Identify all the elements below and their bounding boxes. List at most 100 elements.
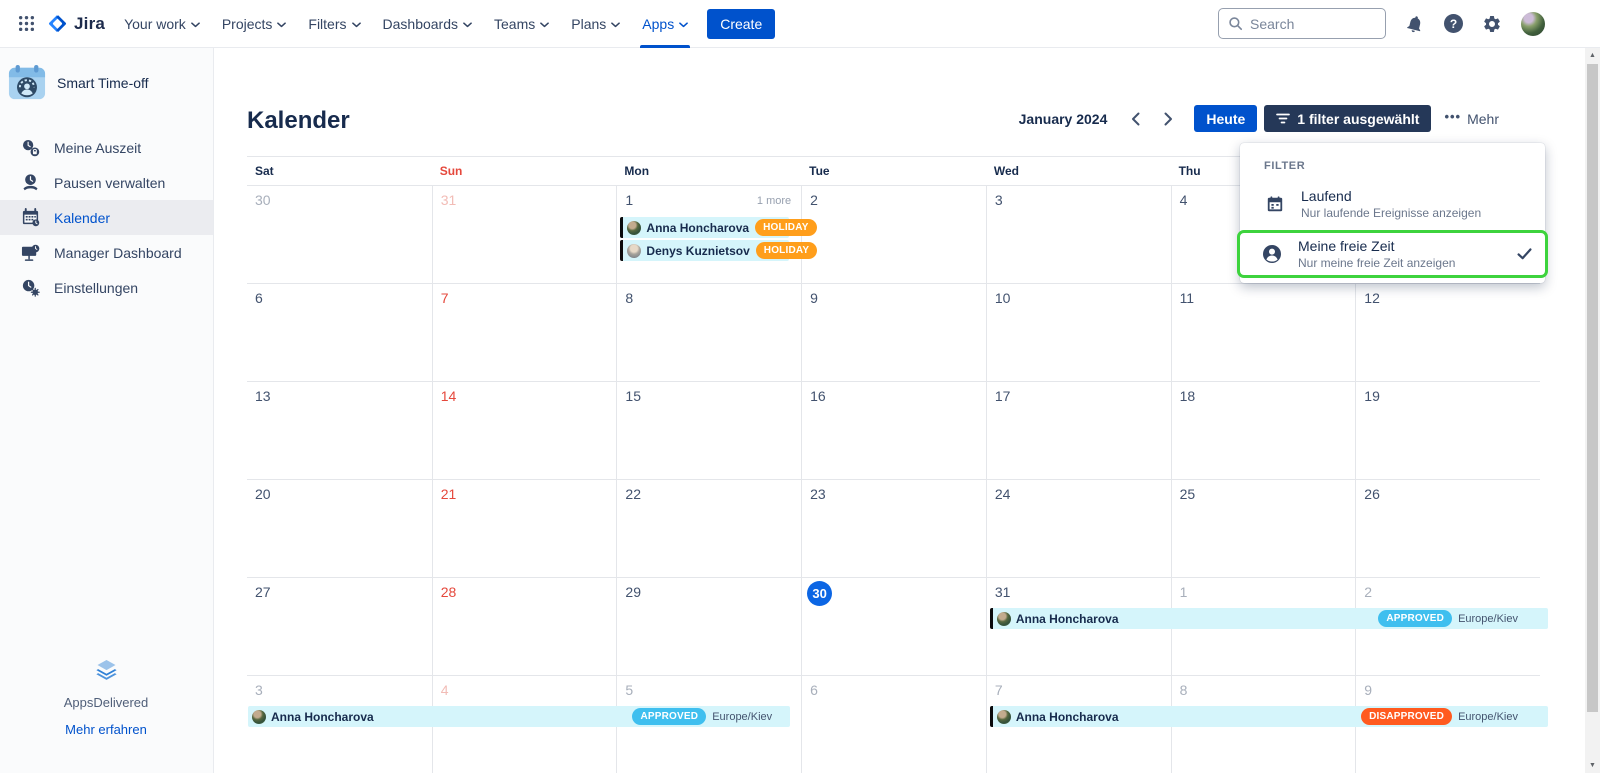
day-header-wed: Wed [986,164,1171,178]
app-switcher-icon[interactable] [12,9,41,38]
sidebar-item-label: Pausen verwalten [54,175,165,191]
filter-option-text: LaufendNur laufende Ereignisse anzeigen [1301,188,1481,220]
timeoff-event[interactable]: Anna HoncharovaDISAPPROVEDEurope/Kiev [990,706,1548,727]
nav-item-plans[interactable]: Plans [560,0,631,48]
help-icon[interactable]: ? [1444,14,1463,33]
calendar-day-cell[interactable]: 27 [247,578,432,675]
day-number: 3 [255,682,263,698]
more-button[interactable]: ••• Mehr [1438,111,1505,127]
calendar-day-cell[interactable]: 29 [616,578,801,675]
calendar-day-cell[interactable]: 19 [1355,382,1540,479]
learn-more-link[interactable]: Mehr erfahren [0,722,212,737]
appsdelivered-icon [93,656,120,683]
nav-item-your-work[interactable]: Your work [113,0,211,48]
sidebar-menu: Meine Auszeit Pausen verwalten Kalender Man… [0,130,213,305]
appsdelivered-brand: AppsDelivered [0,695,212,710]
nav-item-dashboards[interactable]: Dashboards [372,0,484,48]
calendar-day-cell[interactable]: 2 [801,186,986,283]
user-avatar[interactable] [1521,12,1545,36]
scroll-up-arrow[interactable]: ▲ [1585,48,1600,63]
jira-logo[interactable]: Jira [47,13,105,34]
settings-gear-icon[interactable] [1482,14,1502,34]
sidebar-item-pausen-verwalten[interactable]: Pausen verwalten [0,165,213,200]
calendar-day-cell[interactable]: 6 [247,284,432,381]
filter-option-description: Nur meine freie Zeit anzeigen [1298,256,1455,270]
day-number: 4 [1180,192,1188,208]
search-input[interactable] [1250,16,1376,32]
calendar-day-cell[interactable]: 13 [247,382,432,479]
search-box[interactable] [1218,8,1386,39]
chevron-down-icon [540,22,549,28]
calendar-day-cell[interactable]: 15 [616,382,801,479]
check-icon [1517,248,1532,260]
sidebar-item-label: Kalender [54,210,110,226]
event-timezone: Europe/Kiev [1458,613,1518,625]
calendar-day-cell[interactable]: 14 [432,382,617,479]
calendar-day-cell[interactable]: 28 [432,578,617,675]
day-number: 17 [995,388,1011,404]
nav-right-section: ? [1218,8,1545,39]
nav-item-filters[interactable]: Filters [297,0,371,48]
timeoff-event[interactable]: Anna HoncharovaAPPROVEDEurope/Kiev [248,706,790,727]
filter-button[interactable]: 1 filter ausgewählt [1264,105,1431,132]
timeoff-event[interactable]: Anna HoncharovaHOLIDAY [620,217,789,238]
calendar-day-cell[interactable]: 3 [986,186,1171,283]
calendar-day-cell[interactable]: 18 [1171,382,1356,479]
nav-item-apps[interactable]: Apps [631,0,699,48]
sidebar-item-meine-auszeit[interactable]: Meine Auszeit [0,130,213,165]
calendar-day-cell[interactable]: 9 [801,284,986,381]
day-number: 7 [995,682,1003,698]
calendar-day-cell[interactable]: 16 [801,382,986,479]
timeoff-event[interactable]: Denys KuznietsovHOLIDAY [620,240,789,261]
calendar-day-cell[interactable]: 7 [432,284,617,381]
calendar-day-cell[interactable]: 12 [1355,284,1540,381]
calendar-day-cell[interactable]: 10 [986,284,1171,381]
calendar-day-cell[interactable]: 22 [616,480,801,577]
status-badge: HOLIDAY [756,242,817,259]
scrollbar-thumb[interactable] [1587,64,1598,712]
day-number: 6 [255,290,263,306]
page-title: Kalender [247,107,350,135]
calendar-day-cell[interactable]: 25 [1171,480,1356,577]
sidebar-item-label: Einstellungen [54,280,138,296]
calendar-day-cell[interactable]: 17 [986,382,1171,479]
nav-item-teams[interactable]: Teams [483,0,560,48]
previous-month-button[interactable] [1122,106,1148,132]
day-number: 6 [810,682,818,698]
top-navigation: Jira Your workProjectsFilters Dashboards T… [0,0,1600,48]
calendar-day-cell[interactable]: 11 [1171,284,1356,381]
nav-item-projects[interactable]: Projects [211,0,298,48]
more-events-label[interactable]: 1 more [757,195,791,207]
day-number: 28 [441,584,457,600]
filter-option-meine-freie-zeit[interactable]: Meine freie ZeitNur meine freie Zeit anz… [1237,230,1548,278]
anna-avatar [252,710,266,724]
calendar-day-cell[interactable]: 24 [986,480,1171,577]
calendar-day-cell[interactable]: 8 [616,284,801,381]
calendar-day-cell[interactable]: 26 [1355,480,1540,577]
calendar-day-cell[interactable]: 20 [247,480,432,577]
calendar-day-cell[interactable]: 31 [432,186,617,283]
nav-item-label: Dashboards [383,16,459,32]
today-button[interactable]: Heute [1194,105,1257,132]
vertical-scrollbar[interactable]: ▲ ▼ [1585,48,1600,773]
filter-option-laufend[interactable]: LaufendNur laufende Ereignisse anzeigen [1240,181,1545,227]
create-button[interactable]: Create [707,9,775,39]
calendar-week-row: 3456789Anna HoncharovaAPPROVEDEurope/Kie… [247,675,1540,773]
day-number: 22 [625,486,641,502]
chevron-down-icon [277,22,286,28]
filter-button-label: 1 filter ausgewählt [1297,111,1419,127]
timeoff-event[interactable]: Anna HoncharovaAPPROVEDEurope/Kiev [990,608,1548,629]
next-month-button[interactable] [1155,106,1181,132]
notifications-icon[interactable] [1403,11,1427,35]
calendar-day-cell[interactable]: 6 [801,676,986,773]
scroll-down-arrow[interactable]: ▼ [1585,758,1600,773]
calendar-day-cell[interactable]: 30 [247,186,432,283]
einstellungen-icon [20,278,40,297]
search-icon [1228,16,1243,31]
calendar-day-cell[interactable]: 21 [432,480,617,577]
calendar-day-cell[interactable]: 23 [801,480,986,577]
sidebar-item-manager-dashboard[interactable]: Manager Dashboard [0,235,213,270]
calendar-day-cell[interactable]: 30 [801,578,986,675]
sidebar-item-einstellungen[interactable]: Einstellungen [0,270,213,305]
sidebar-item-kalender[interactable]: Kalender [0,200,213,235]
